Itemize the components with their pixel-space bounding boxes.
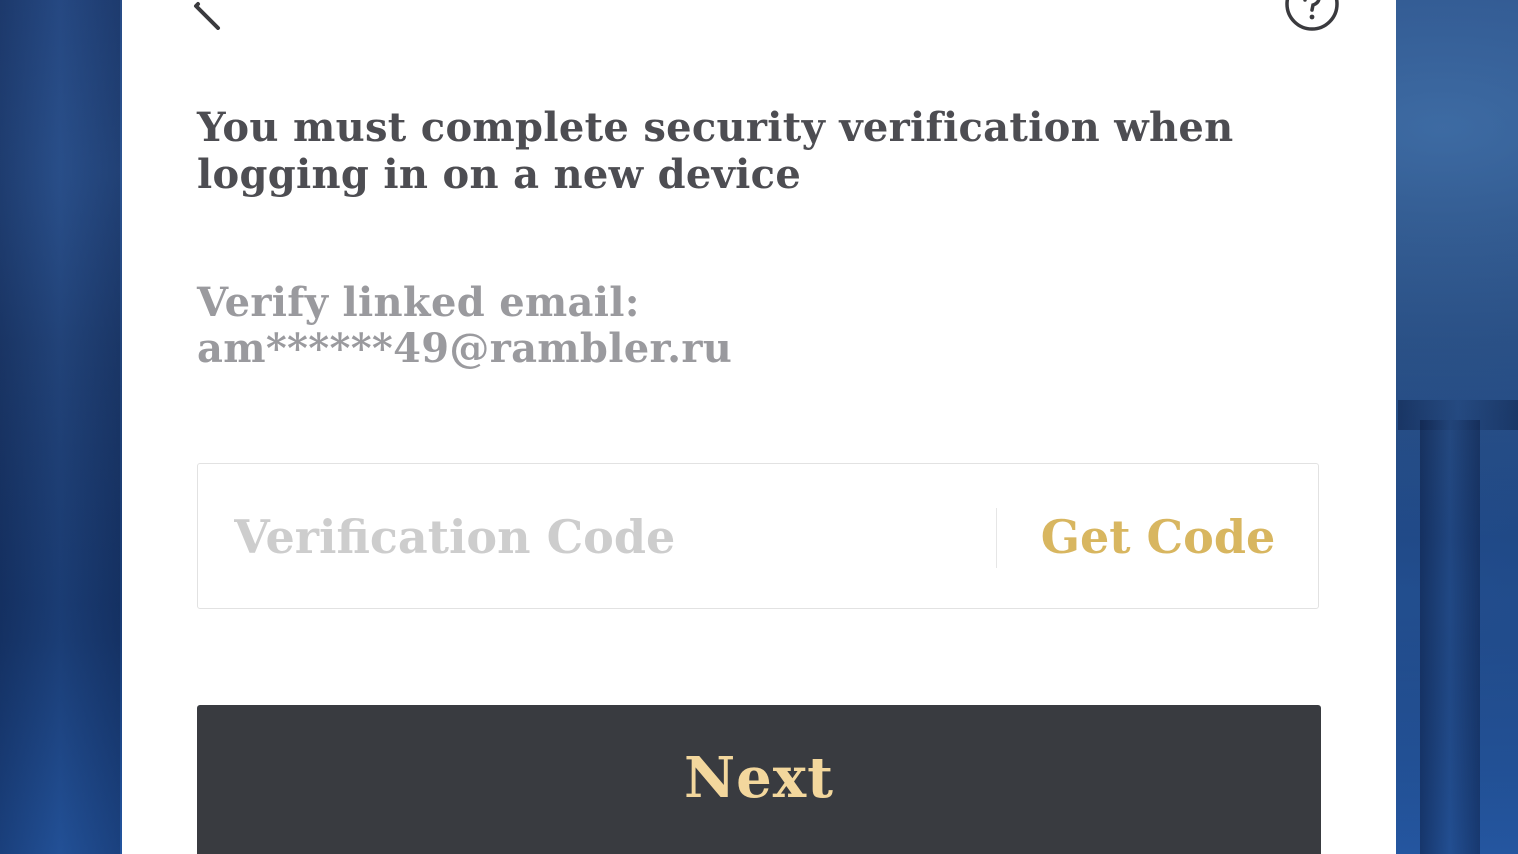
background-pillar <box>0 0 120 854</box>
verification-code-input[interactable] <box>234 494 974 580</box>
linked-email-label: Verify linked email: <box>197 279 640 326</box>
verification-title: You must complete security verification … <box>197 104 1234 198</box>
background-pillar <box>1420 420 1480 854</box>
next-button[interactable]: Next <box>197 705 1321 854</box>
linked-email-info: Verify linked email: am******49@rambler.… <box>197 280 1277 372</box>
linked-email-value: am******49@rambler.ru <box>197 325 733 372</box>
get-code-button[interactable]: Get Code <box>1018 494 1298 580</box>
verification-code-field: Get Code <box>197 463 1319 609</box>
field-divider <box>996 508 997 568</box>
question-circle-icon[interactable] <box>1284 0 1340 32</box>
back-chevron-icon[interactable] <box>188 0 228 30</box>
